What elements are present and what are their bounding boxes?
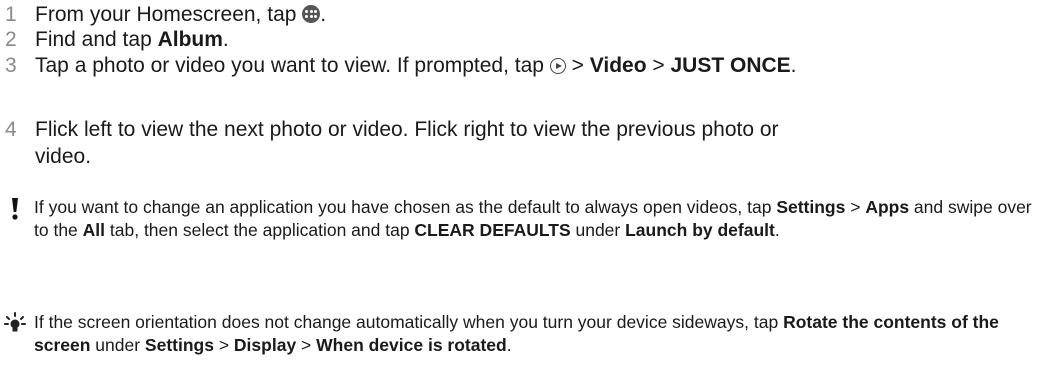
tip-text: If the screen orientation does not chang… <box>34 312 999 355</box>
step-number: 2 <box>5 28 17 51</box>
step-text: Find and tap Album. <box>35 28 229 51</box>
step-text: From your Homescreen, tap . <box>35 3 327 26</box>
lightbulb-icon <box>4 312 26 332</box>
apps-menu-icon <box>302 5 321 23</box>
step-text: Flick left to view the next photo or vid… <box>35 118 779 168</box>
play-icon <box>549 58 566 74</box>
exclamation-icon <box>12 198 18 220</box>
step-text: Tap a photo or video you want to view. I… <box>35 54 797 77</box>
step-number: 1 <box>5 3 17 26</box>
step-number: 4 <box>5 118 17 141</box>
warning-text: If you want to change an application you… <box>34 197 1032 240</box>
step-number: 3 <box>5 54 17 77</box>
